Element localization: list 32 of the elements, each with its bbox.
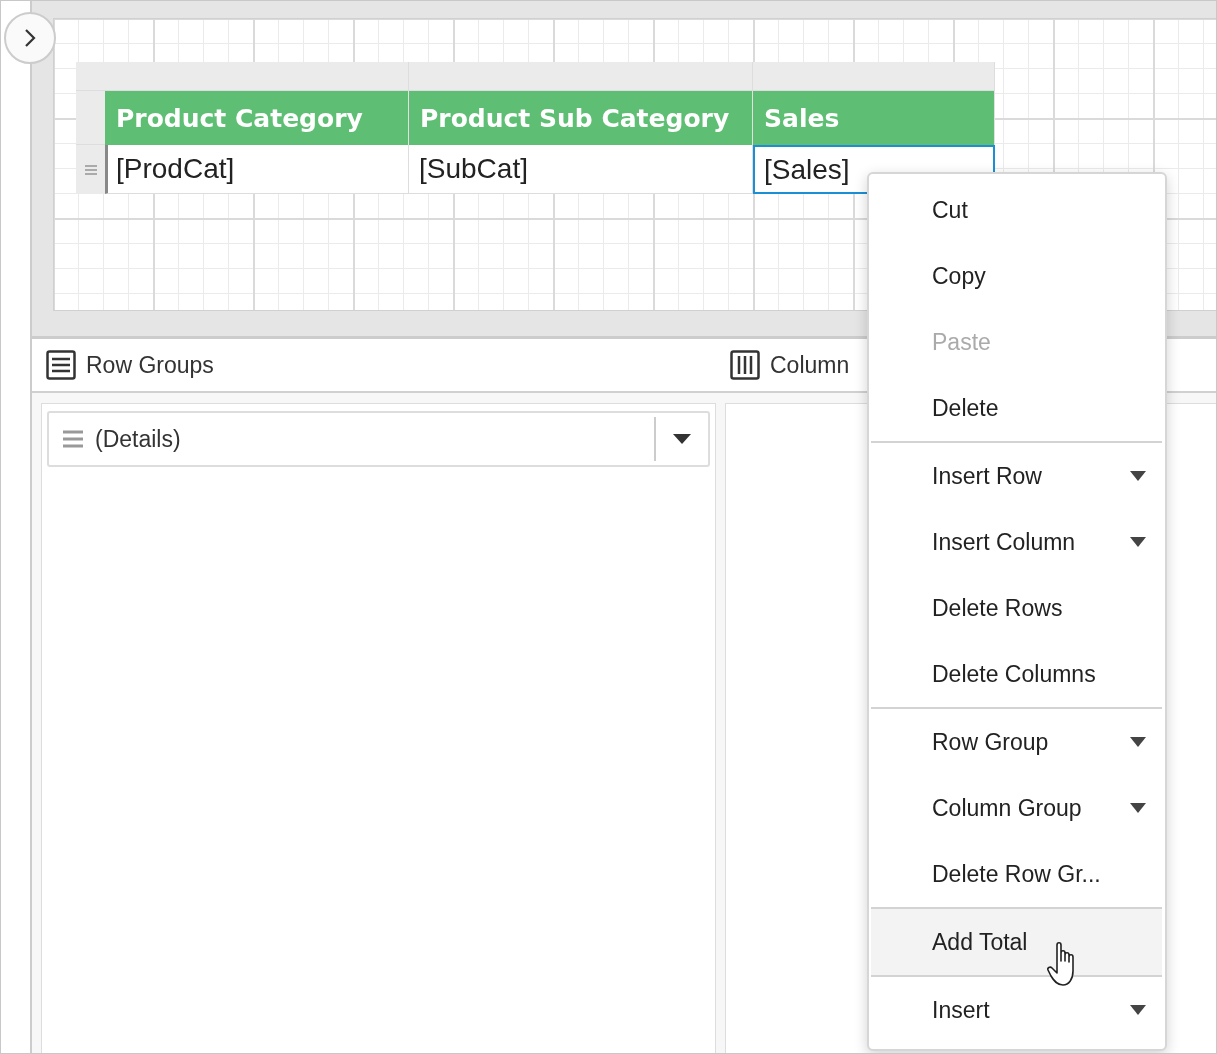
group-dropdown[interactable]: (Details) <box>47 411 710 467</box>
menu-item[interactable]: Delete Columns <box>871 641 1162 707</box>
field-cell[interactable]: [ProdCat] <box>105 145 409 194</box>
column-handle[interactable] <box>105 62 409 91</box>
menu-item[interactable]: Insert Column <box>871 509 1162 575</box>
menu-item[interactable]: Column Group <box>871 775 1162 841</box>
row-handle-icon[interactable] <box>84 164 97 175</box>
menu-item[interactable]: Delete <box>871 375 1162 441</box>
submenu-arrow-icon <box>1130 537 1146 547</box>
panel-title: Row Groups <box>86 351 214 379</box>
menu-item[interactable]: Delete Rows <box>871 575 1162 641</box>
field-cell[interactable]: [SubCat] <box>409 145 753 194</box>
submenu-arrow-icon <box>1130 737 1146 747</box>
row-handle[interactable] <box>76 91 105 145</box>
columns-icon <box>730 350 760 380</box>
menu-item[interactable]: Insert Row <box>871 443 1162 509</box>
submenu-arrow-icon <box>1130 1005 1146 1015</box>
drag-handle-icon[interactable] <box>63 430 83 448</box>
dropdown-caret-icon[interactable] <box>673 434 691 444</box>
menu-item[interactable]: Row Group <box>871 709 1162 775</box>
menu-item[interactable]: Insert <box>871 977 1162 1043</box>
column-handle[interactable] <box>409 62 753 91</box>
rows-icon <box>46 350 76 380</box>
chevron-right-icon <box>23 27 37 49</box>
submenu-arrow-icon <box>1130 471 1146 481</box>
menu-item[interactable]: Add Total <box>871 909 1162 975</box>
column-handle[interactable] <box>753 62 995 91</box>
menu-item[interactable]: Delete Row Gr... <box>871 841 1162 907</box>
menu-item[interactable]: Copy <box>871 243 1162 309</box>
submenu-arrow-icon <box>1130 803 1146 813</box>
corner-handle <box>76 62 105 91</box>
panel-title: Column <box>770 351 850 379</box>
